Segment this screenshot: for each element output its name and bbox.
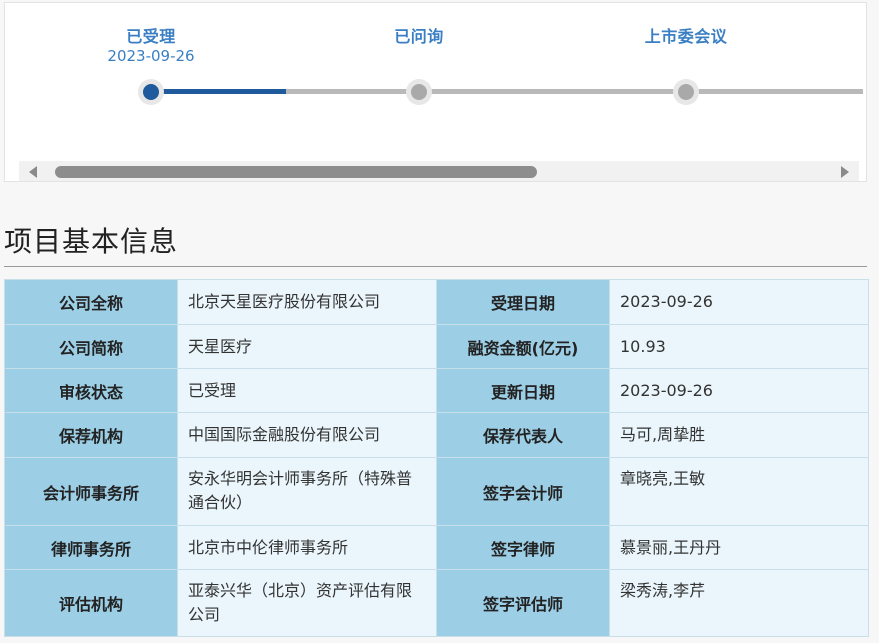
accept-date-value: 2023-09-26 (609, 279, 869, 325)
signing-lawyer-label: 签字律师 (436, 525, 610, 570)
table-row: 公司简称 天星医疗 融资金额(亿元) 10.93 (4, 324, 869, 369)
stage-dot-inquired[interactable] (406, 79, 432, 105)
law-firm-value: 北京市中伦律师事务所 (177, 525, 437, 570)
signing-accountant-value: 章晓亮,王敏 (609, 457, 869, 526)
sponsor-rep-value: 马可,周挚胜 (609, 412, 869, 458)
stage-label-inquired: 已问询 (394, 27, 444, 46)
appraisal-firm-value: 亚泰兴华（北京）资产评估有限公司 (177, 569, 437, 637)
signing-lawyer-value: 慕景丽,王丹丹 (609, 525, 869, 570)
sponsor-label: 保荐机构 (4, 412, 178, 458)
company-full-name-label: 公司全称 (4, 279, 178, 325)
stage-dot-listing-committee[interactable] (673, 79, 699, 105)
progress-panel: 已受理 2023-09-26 已问询 上市委会议 (4, 2, 867, 182)
update-date-label: 更新日期 (436, 368, 610, 413)
scroll-right-arrow-icon[interactable] (841, 166, 849, 178)
appraisal-firm-label: 评估机构 (4, 569, 178, 637)
table-row: 保荐机构 中国国际金融股份有限公司 保荐代表人 马可,周挚胜 (4, 412, 869, 458)
table-row: 会计师事务所 安永华明会计师事务所（特殊普通合伙） 签字会计师 章晓亮,王敏 (4, 457, 869, 526)
scroll-left-arrow-icon[interactable] (29, 166, 37, 178)
table-row: 律师事务所 北京市中伦律师事务所 签字律师 慕景丽,王丹丹 (4, 525, 869, 570)
stage-date-accepted: 2023-09-26 (107, 47, 195, 65)
section-title: 项目基本信息 (4, 225, 179, 258)
progress-track-fill (151, 89, 286, 94)
review-status-value: 已受理 (177, 368, 437, 413)
review-status-label: 审核状态 (4, 368, 178, 413)
table-row: 评估机构 亚泰兴华（北京）资产评估有限公司 签字评估师 梁秀涛,李芹 (4, 569, 869, 637)
table-row: 审核状态 已受理 更新日期 2023-09-26 (4, 368, 869, 413)
company-full-name-value: 北京天星医疗股份有限公司 (177, 279, 437, 325)
sponsor-rep-label: 保荐代表人 (436, 412, 610, 458)
law-firm-label: 律师事务所 (4, 525, 178, 570)
signing-appraiser-value: 梁秀涛,李芹 (609, 569, 869, 637)
signing-accountant-label: 签字会计师 (436, 457, 610, 526)
accept-date-label: 受理日期 (436, 279, 610, 325)
accounting-firm-label: 会计师事务所 (4, 457, 178, 526)
horizontal-scrollbar[interactable] (19, 161, 859, 181)
company-short-name-label: 公司简称 (4, 324, 178, 369)
sponsor-value: 中国国际金融股份有限公司 (177, 412, 437, 458)
financing-amount-label: 融资金额(亿元) (436, 324, 610, 369)
stage-dot-accepted[interactable] (138, 79, 164, 105)
accounting-firm-value: 安永华明会计师事务所（特殊普通合伙） (177, 457, 437, 526)
company-short-name-value: 天星医疗 (177, 324, 437, 369)
stage-label-listing-committee: 上市委会议 (644, 27, 728, 46)
signing-appraiser-label: 签字评估师 (436, 569, 610, 637)
project-info-table: 公司全称 北京天星医疗股份有限公司 受理日期 2023-09-26 公司简称 天… (4, 279, 869, 637)
update-date-value: 2023-09-26 (609, 368, 869, 413)
financing-amount-value: 10.93 (609, 324, 869, 369)
scrollbar-thumb[interactable] (55, 166, 537, 178)
stage-label-accepted: 已受理 (126, 27, 176, 46)
table-row: 公司全称 北京天星医疗股份有限公司 受理日期 2023-09-26 (4, 279, 869, 325)
section-divider (4, 266, 867, 267)
